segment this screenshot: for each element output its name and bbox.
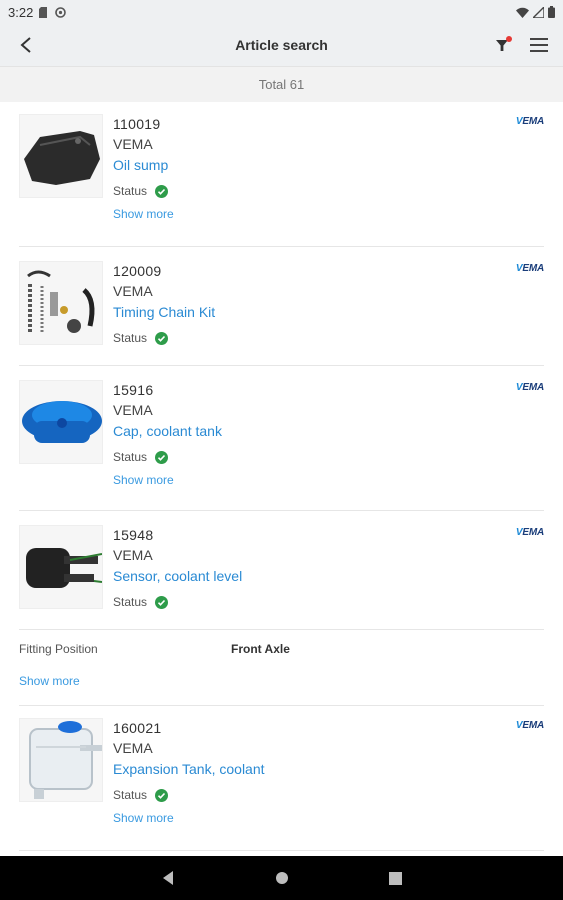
brand-logo: VEMA [515, 720, 544, 731]
article-image [19, 380, 103, 464]
fitting-position-label: Fitting Position [19, 642, 98, 656]
article-brand: VEMA [113, 136, 153, 152]
article-image [19, 261, 103, 345]
article-item[interactable]: 120009 VEMA Timing Chain Kit Status VEMA [19, 247, 544, 366]
clock: 3:22 [8, 4, 34, 20]
article-item[interactable]: 15948 VEMA Sensor, coolant level Status … [19, 511, 544, 630]
nav-home-icon[interactable] [275, 871, 289, 885]
article-item[interactable]: 160021 VEMA Expansion Tank, coolant Stat… [19, 706, 544, 851]
back-button[interactable] [14, 33, 38, 57]
article-number: 15916 [113, 382, 154, 398]
sd-card-icon [39, 6, 48, 18]
show-more-link[interactable]: Show more [113, 471, 222, 489]
status-bar: 3:22 [0, 0, 563, 24]
article-image [19, 525, 103, 609]
nav-recents-icon[interactable] [389, 871, 402, 885]
show-more-link[interactable]: Show more [19, 674, 80, 688]
article-description[interactable]: Sensor, coolant level [113, 565, 242, 587]
check-circle-icon [155, 184, 169, 198]
article-item[interactable]: 110019 VEMA Oil sump Status Show more VE… [19, 102, 544, 247]
article-description[interactable]: Expansion Tank, coolant [113, 758, 265, 780]
article-item[interactable]: 15916 VEMA Cap, coolant tank Status Show… [19, 366, 544, 511]
article-status: Status [113, 593, 242, 611]
article-number: 110019 [113, 116, 161, 132]
article-status: Status [113, 448, 222, 466]
brand-logo: VEMA [515, 382, 544, 393]
article-status: Status [113, 182, 174, 200]
article-status: Status [113, 329, 215, 347]
filter-button[interactable] [491, 33, 515, 57]
article-image [19, 114, 103, 198]
article-description[interactable]: Cap, coolant tank [113, 420, 222, 442]
total-count: Total 61 [0, 66, 563, 102]
fitting-position-value: Front Axle [231, 642, 290, 656]
article-description[interactable]: Timing Chain Kit [113, 301, 215, 323]
signal-icon [533, 6, 544, 18]
battery-icon [548, 6, 555, 18]
show-more-link[interactable]: Show more [113, 809, 265, 827]
article-status: Status [113, 786, 265, 804]
article-brand: VEMA [113, 547, 153, 563]
menu-icon [530, 38, 548, 52]
status-label: Status [113, 788, 148, 802]
article-brand: VEMA [113, 740, 153, 756]
status-label: Status [113, 331, 148, 345]
article-brand: VEMA [113, 283, 153, 299]
article-number: 160021 [113, 720, 162, 736]
app-bar: Article search [0, 24, 563, 66]
check-circle-icon [155, 331, 169, 345]
wifi-icon [516, 7, 529, 18]
article-number: 120009 [113, 263, 162, 279]
arrow-back-icon [20, 37, 31, 53]
menu-button[interactable] [527, 33, 551, 57]
article-brand: VEMA [113, 402, 153, 418]
brand-logo: VEMA [515, 263, 544, 274]
brand-logo: VEMA [515, 527, 544, 538]
show-more-link[interactable]: Show more [113, 205, 174, 223]
check-circle-icon [155, 450, 169, 464]
nav-back-icon[interactable] [161, 870, 175, 886]
article-image [19, 718, 103, 802]
brand-logo: VEMA [515, 116, 544, 127]
article-description[interactable]: Oil sump [113, 154, 174, 176]
check-circle-icon [155, 788, 169, 802]
status-label: Status [113, 184, 148, 198]
fitting-position-row: Fitting Position Front Axle Show more [19, 630, 544, 706]
filter-icon [496, 36, 512, 51]
article-number: 15948 [113, 527, 154, 543]
page-title: Article search [235, 37, 328, 53]
system-nav-bar [0, 856, 563, 900]
check-circle-icon [155, 595, 169, 609]
status-label: Status [113, 450, 148, 464]
article-list[interactable]: 110019 VEMA Oil sump Status Show more VE… [0, 102, 563, 856]
status-label: Status [113, 595, 148, 609]
sync-icon [55, 6, 67, 18]
